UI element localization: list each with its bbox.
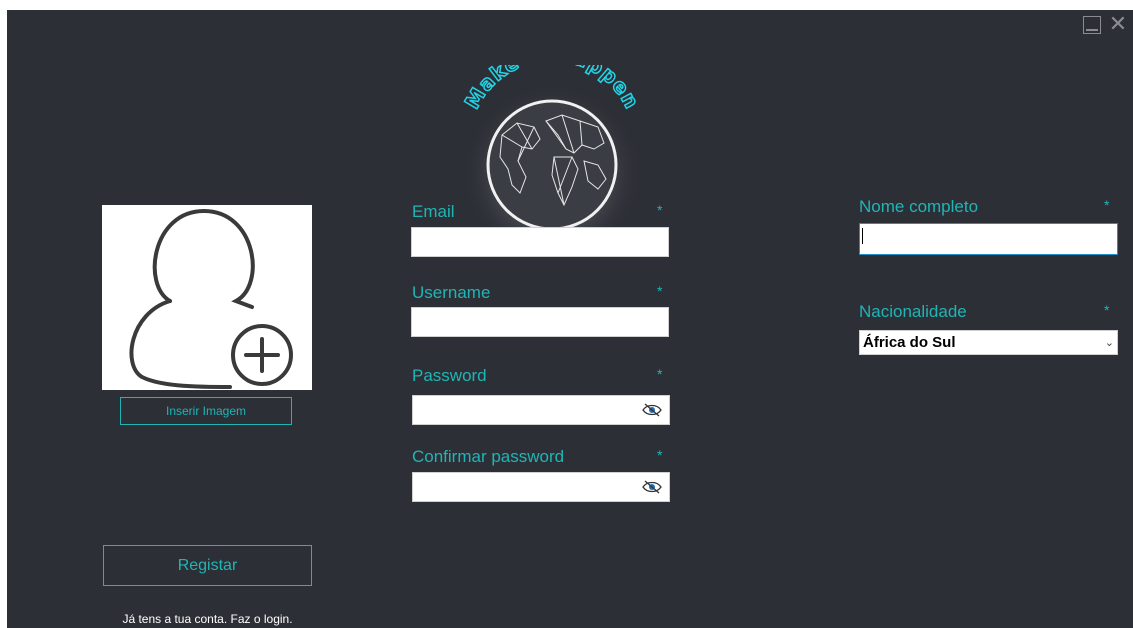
full-name-label: Nome completo <box>859 197 979 216</box>
text-caret <box>862 228 863 244</box>
eye-slash-icon[interactable] <box>641 479 663 495</box>
username-required-mark: * <box>657 283 663 299</box>
password-label: Password <box>412 366 487 385</box>
insert-image-button[interactable]: Inserir Imagem <box>120 397 292 425</box>
nationality-label: Nacionalidade <box>859 302 967 321</box>
register-button[interactable]: Registar <box>103 545 312 586</box>
full-name-required-mark: * <box>1104 197 1110 213</box>
full-name-field[interactable] <box>859 223 1118 255</box>
avatar-placeholder[interactable] <box>102 205 312 390</box>
close-icon[interactable]: ✕ <box>1107 14 1129 36</box>
email-label: Email <box>412 202 455 221</box>
username-label: Username <box>412 283 491 302</box>
nationality-selected-value: África do Sul <box>863 334 956 351</box>
email-field[interactable] <box>411 227 669 257</box>
registration-window: ✕ Make it Happen <box>7 10 1133 628</box>
chevron-down-icon[interactable]: ⌄ <box>1105 336 1114 349</box>
password-field[interactable] <box>412 395 670 425</box>
app-logo: Make it Happen <box>422 41 682 255</box>
password-required-mark: * <box>657 366 663 382</box>
username-field[interactable] <box>411 307 669 337</box>
minimize-icon[interactable] <box>1083 16 1101 34</box>
login-link[interactable]: Já tens a tua conta. Faz o login. <box>103 612 312 626</box>
add-user-icon <box>129 208 293 389</box>
email-required-mark: * <box>657 202 663 218</box>
confirm-password-field[interactable] <box>412 472 670 502</box>
confirm-password-label: Confirmar password <box>412 447 565 466</box>
confirm-password-required-mark: * <box>657 447 663 463</box>
nationality-select[interactable]: África do Sul ⌄ <box>859 330 1118 355</box>
nationality-required-mark: * <box>1104 302 1110 318</box>
eye-slash-icon[interactable] <box>641 402 663 418</box>
